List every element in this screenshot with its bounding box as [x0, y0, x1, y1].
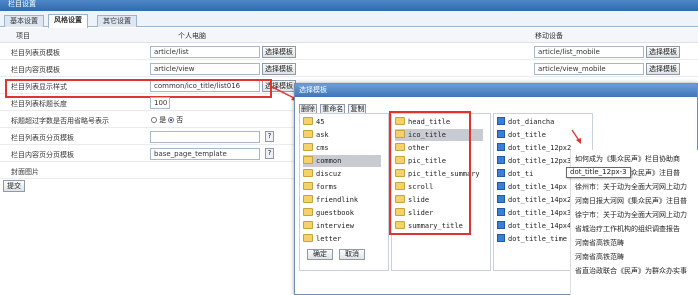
header-pc: 个人电脑: [178, 32, 206, 40]
highlight-box-folders: [389, 111, 471, 235]
window-title: 栏目设置: [0, 0, 698, 11]
file-item[interactable]: dot_title_12px3: [497, 155, 571, 167]
file-icon: [497, 182, 505, 190]
file-icon: [497, 195, 505, 203]
tab-basic-settings[interactable]: 基本设置: [4, 15, 44, 27]
content-template-mobile-select-button[interactable]: 选择模板: [646, 63, 680, 75]
folder-icon: [303, 130, 313, 138]
folder-item[interactable]: cms: [303, 142, 329, 154]
folder-item[interactable]: 45: [303, 116, 324, 128]
file-icon: [497, 156, 505, 164]
folder-icon: [303, 182, 313, 190]
arrow-icon: [571, 129, 581, 144]
folder-icon: [303, 156, 313, 164]
tab-other-settings[interactable]: 其它设置: [97, 15, 137, 27]
preview-item: 如何成为《集众民声》栏目协助商: [575, 155, 680, 163]
folder-item[interactable]: interview: [303, 220, 354, 232]
ok-button[interactable]: 确定: [307, 249, 333, 260]
folder-item-selected[interactable]: common: [303, 155, 381, 167]
folder-icon: [303, 195, 313, 203]
preview-item: 省城治疗工作机构的组织调查报告: [575, 225, 680, 233]
file-item[interactable]: dot_title_time: [497, 233, 567, 245]
grid-header: 项目 个人电脑 移动设备: [0, 28, 698, 43]
row-content-template: 栏目内容页模板 article/view 选择模板 article/view_m…: [0, 61, 698, 77]
folder-icon: [303, 143, 313, 151]
folder-icon: [303, 117, 313, 125]
help-icon[interactable]: ?: [265, 131, 274, 142]
cancel-button[interactable]: 取消: [339, 249, 365, 260]
list-template-pc-select-button[interactable]: 选择模板: [262, 46, 296, 58]
preview-item: 徐宁市：关于动为全面大河网上动力: [575, 211, 687, 219]
folder-icon: [303, 234, 313, 242]
header-mobile: 移动设备: [535, 32, 563, 40]
list-template-mobile-select-button[interactable]: 选择模板: [646, 46, 680, 58]
file-item[interactable]: dot_title_14px: [497, 181, 567, 193]
row-label: 标题超过字数是否用省略号表示: [11, 117, 109, 125]
row-label: 栏目内容页模板: [11, 66, 60, 74]
list-template-pc-input[interactable]: article/list: [150, 46, 260, 58]
file-item[interactable]: dot_ti: [497, 168, 533, 180]
folder-column-1: 45 ask cms common discuz forms friendlin…: [299, 113, 389, 271]
file-item[interactable]: dot_title_14px3: [497, 207, 571, 219]
folder-icon: [303, 169, 313, 177]
folder-item[interactable]: forms: [303, 181, 337, 193]
folder-item[interactable]: letter: [303, 233, 341, 245]
file-icon: [497, 234, 505, 242]
file-icon: [497, 208, 505, 216]
content-template-mobile-input[interactable]: article/view_mobile: [534, 63, 644, 75]
ellipsis-no-radio[interactable]: 否: [168, 115, 183, 125]
title-length-input[interactable]: 100: [150, 97, 170, 109]
list-pager-input[interactable]: [150, 131, 260, 143]
preview-item: 河南省高铁范畴: [575, 253, 624, 261]
ellipsis-yes-radio[interactable]: 是: [151, 115, 166, 125]
preview-item: 河南省高铁范畴: [575, 239, 624, 247]
row-list-template: 栏目列表页模板 article/list 选择模板 article/list_m…: [0, 44, 698, 60]
row-label: 栏目内容页分页模板: [11, 151, 74, 159]
folder-item[interactable]: discuz: [303, 168, 341, 180]
file-item[interactable]: dot_title_12px2: [497, 142, 571, 154]
file-tooltip: dot_title_12px-3: [566, 167, 631, 178]
file-item[interactable]: dot_title_14px2: [497, 194, 571, 206]
file-icon: [497, 221, 505, 229]
folder-icon: [303, 208, 313, 216]
preview-item: 河南日报大河网《集众民声》注目普: [575, 197, 687, 205]
header-item: 项目: [16, 32, 30, 40]
file-icon: [497, 117, 505, 125]
list-template-mobile-input[interactable]: article/list_mobile: [534, 46, 644, 58]
content-template-pc-input[interactable]: article/view: [150, 63, 260, 75]
file-item[interactable]: dot_diancha: [497, 116, 554, 128]
dialog-title: 选择模板: [295, 84, 697, 97]
row-label: 封面图片: [11, 168, 39, 176]
tab-bar: 基本设置 风格设置 其它设置: [0, 11, 698, 28]
row-label: 栏目列表标题长度: [11, 100, 67, 108]
folder-item[interactable]: guestbook: [303, 207, 354, 219]
file-icon: [497, 130, 505, 138]
preview-item: 省直治政联合《民声》为群众办实事: [575, 267, 687, 275]
content-template-pc-select-button[interactable]: 选择模板: [262, 63, 296, 75]
tab-style-settings[interactable]: 风格设置: [48, 14, 88, 28]
submit-button[interactable]: 提交: [3, 180, 25, 192]
file-icon: [497, 143, 505, 151]
preview-item: 徐州市：关于动为全面大河网上动力: [575, 183, 687, 191]
help-icon[interactable]: ?: [265, 148, 274, 159]
folder-item[interactable]: friendlink: [303, 194, 358, 206]
content-pager-input[interactable]: base_page_template: [150, 148, 260, 160]
folder-item[interactable]: ask: [303, 129, 329, 141]
file-icon: [497, 169, 505, 177]
folder-icon: [303, 221, 313, 229]
file-item[interactable]: dot_title: [497, 129, 546, 141]
row-label: 栏目列表页分页模板: [11, 134, 74, 142]
file-item[interactable]: dot_title_14px4: [497, 220, 571, 232]
row-label: 栏目列表页模板: [11, 49, 60, 57]
